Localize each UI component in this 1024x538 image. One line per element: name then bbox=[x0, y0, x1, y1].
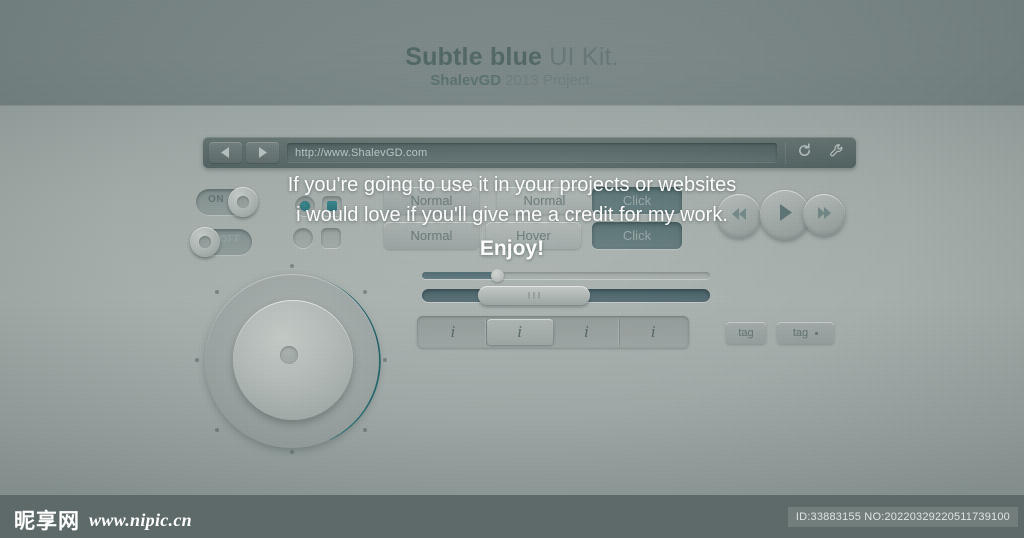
thin-slider-fill bbox=[422, 272, 500, 279]
title-strong: Subtle blue bbox=[405, 43, 543, 71]
watermark-url: www.nipic.cn bbox=[89, 509, 192, 530]
tag-label: tag bbox=[738, 327, 754, 339]
reload-button[interactable] bbox=[790, 141, 818, 165]
dial-tick bbox=[215, 428, 219, 432]
title-subtitle: ShalevGD 2013 Project. bbox=[0, 73, 1024, 89]
volume-dial[interactable] bbox=[195, 264, 387, 456]
image-id-badge: ID:33883155 NO:20220329220511739100 bbox=[787, 507, 1018, 527]
page-title: Subtle blue UI Kit. ShalevGD 2013 Projec… bbox=[0, 44, 1024, 89]
tab-info-1[interactable]: i bbox=[420, 319, 487, 345]
segmented-tab-bar: i i i i bbox=[417, 316, 689, 348]
credit-line-1: If you're going to use it in your projec… bbox=[287, 174, 737, 196]
dial-tick bbox=[383, 358, 387, 362]
triangle-right-icon bbox=[258, 147, 267, 158]
url-input[interactable]: http://www.ShalevGD.com bbox=[287, 143, 777, 162]
tab-info-4[interactable]: i bbox=[620, 319, 686, 345]
watermark-chinese-logo: 昵享网 bbox=[14, 509, 80, 533]
dial-indicator-dot bbox=[280, 346, 298, 364]
tab-info-2[interactable]: i bbox=[486, 319, 554, 345]
tab-info-3[interactable]: i bbox=[554, 319, 621, 345]
settings-button[interactable] bbox=[822, 141, 850, 165]
thin-slider[interactable] bbox=[422, 269, 710, 282]
toolbar-divider bbox=[785, 141, 786, 164]
enjoy-text: Enjoy! bbox=[479, 237, 545, 260]
subtitle-project: 2013 Project. bbox=[501, 72, 594, 90]
tag-chip[interactable]: tag bbox=[726, 322, 766, 344]
tag-label: tag bbox=[792, 327, 809, 339]
back-button[interactable] bbox=[209, 142, 242, 163]
url-text: http://www.ShalevGD.com bbox=[295, 146, 428, 159]
dial-tick bbox=[290, 264, 294, 268]
browser-bar: http://www.ShalevGD.com bbox=[203, 137, 856, 168]
triangle-left-icon bbox=[221, 147, 230, 158]
title-light: UI Kit. bbox=[542, 43, 619, 71]
credit-line-2: i would love if you'll give me a credit … bbox=[296, 204, 728, 226]
reload-icon bbox=[797, 142, 812, 163]
ui-kit-screenshot: Subtle blue UI Kit. ShalevGD 2013 Projec… bbox=[0, 0, 1024, 538]
tag-remove-icon[interactable] bbox=[815, 331, 819, 335]
forward-button[interactable] bbox=[246, 142, 279, 163]
dial-tick bbox=[215, 290, 219, 294]
site-watermark: 昵享网 www.nipic.cn bbox=[14, 505, 192, 535]
credit-overlay: If you're going to use it in your projec… bbox=[0, 170, 1024, 264]
dial-tick bbox=[363, 428, 367, 432]
dial-tick bbox=[363, 290, 367, 294]
dial-tick bbox=[290, 450, 294, 454]
dial-tick bbox=[195, 358, 199, 362]
thick-slider[interactable] bbox=[422, 286, 710, 305]
tag-chip-with-remove[interactable]: tag bbox=[777, 322, 834, 344]
thick-slider-handle[interactable] bbox=[478, 286, 590, 305]
grip-line bbox=[528, 292, 530, 299]
grip-line bbox=[533, 292, 535, 299]
title-main: Subtle blue UI Kit. bbox=[0, 44, 1024, 70]
dial-knob[interactable] bbox=[233, 300, 353, 420]
grip-line bbox=[538, 292, 540, 299]
wrench-icon bbox=[829, 143, 844, 163]
subtitle-author: ShalevGD bbox=[430, 72, 502, 90]
